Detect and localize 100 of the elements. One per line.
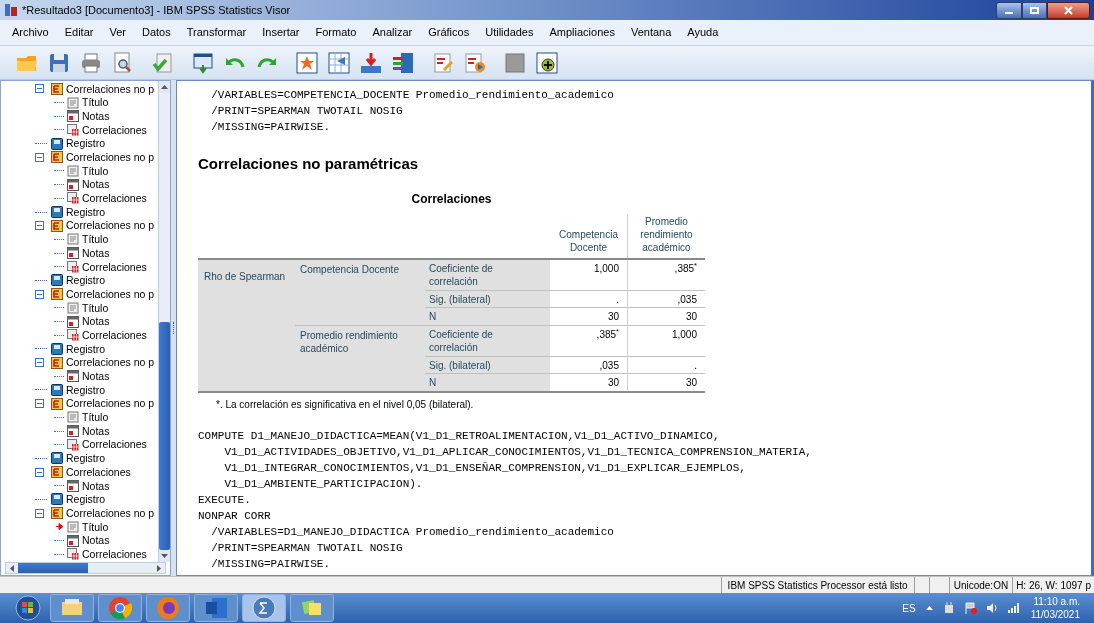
signal-icon[interactable] bbox=[1007, 603, 1021, 613]
value-cell: 30 bbox=[685, 376, 697, 389]
output-book-icon bbox=[51, 397, 63, 410]
menu-item[interactable]: Utilidades bbox=[477, 24, 542, 41]
tree-item[interactable]: Notas bbox=[67, 315, 110, 328]
table-footnote: *. La correlación es significativa en el nivel 0,05 (bilateral). bbox=[216, 397, 474, 412]
tree-item[interactable]: Correlaciones bbox=[51, 466, 131, 479]
menu-item[interactable]: Gráficos bbox=[420, 24, 478, 41]
tree-item[interactable]: Correlaciones bbox=[67, 192, 147, 205]
tree-item[interactable]: Registro bbox=[51, 493, 106, 506]
tree-item[interactable]: Título bbox=[67, 233, 109, 246]
menu-item[interactable]: Ampliaciones bbox=[541, 24, 623, 41]
tree-item[interactable]: Correlaciones no p bbox=[51, 507, 155, 520]
log-book-icon bbox=[51, 452, 63, 465]
tree-item[interactable]: Correlaciones bbox=[67, 548, 147, 561]
spss-taskbar-button[interactable] bbox=[242, 594, 286, 622]
tree-item[interactable]: Registro bbox=[51, 274, 106, 287]
notes-taskbar-button[interactable] bbox=[290, 594, 334, 622]
menu-item[interactable]: Ventana bbox=[622, 24, 680, 41]
log-book-icon bbox=[51, 137, 63, 150]
menu-item[interactable]: Ayuda bbox=[679, 24, 727, 41]
output-book-icon bbox=[51, 151, 63, 164]
tree-item[interactable]: Correlaciones bbox=[67, 438, 147, 451]
tree-item[interactable]: Notas bbox=[67, 110, 110, 123]
collapse-toggle[interactable] bbox=[35, 399, 44, 409]
value-cell: 30 bbox=[607, 376, 619, 389]
close-icon bbox=[1064, 5, 1073, 15]
value-cell: ,035 bbox=[677, 292, 697, 306]
star-table-button[interactable] bbox=[294, 49, 320, 76]
menu-item[interactable]: Insertar bbox=[254, 24, 308, 41]
document-icon bbox=[67, 411, 79, 424]
syntax-line: NONPAR CORR bbox=[198, 508, 271, 524]
firefox-taskbar-button[interactable] bbox=[146, 594, 190, 622]
syntax-line: /VARIABLES=D1_MANEJO_DIDACTICA Promedio_rendimiento_academico bbox=[210, 524, 614, 540]
menu-item[interactable]: Datos bbox=[133, 24, 179, 41]
value-cell: . bbox=[616, 292, 619, 306]
collapse-toggle[interactable] bbox=[35, 508, 44, 518]
output-book-icon bbox=[51, 507, 63, 520]
tree-item[interactable]: Título bbox=[67, 411, 109, 424]
tree-item[interactable]: Título bbox=[67, 96, 109, 109]
tree-item[interactable]: Correlaciones no p bbox=[51, 82, 155, 95]
plug-icon[interactable] bbox=[942, 602, 955, 614]
collapse-toggle[interactable] bbox=[35, 221, 44, 231]
tree-item[interactable]: Registro bbox=[51, 383, 106, 396]
tree-item[interactable]: Correlaciones bbox=[67, 329, 147, 342]
collapse-toggle[interactable] bbox=[35, 289, 44, 299]
menu-item[interactable]: Formato bbox=[307, 24, 365, 41]
output-book-icon bbox=[51, 466, 63, 479]
tree-item[interactable]: Correlaciones no p bbox=[51, 151, 155, 164]
horizontal-scrollbar[interactable] bbox=[5, 562, 166, 574]
tree-item[interactable]: Registro bbox=[51, 452, 106, 465]
close-button[interactable] bbox=[1047, 1, 1090, 19]
syntax-line: EXECUTE. bbox=[198, 492, 251, 508]
tree-item[interactable]: Título bbox=[67, 301, 109, 314]
tree-item[interactable]: Correlaciones bbox=[67, 260, 147, 273]
tree-item[interactable]: Registro bbox=[51, 137, 106, 150]
output-book-icon bbox=[51, 82, 63, 95]
tree-item[interactable]: Correlaciones no p bbox=[51, 397, 155, 410]
caret-up-icon[interactable] bbox=[925, 606, 933, 610]
tree-item[interactable]: Título bbox=[67, 520, 109, 533]
table-icon bbox=[67, 260, 79, 273]
menu-item[interactable]: Ver bbox=[101, 24, 134, 41]
tree-item[interactable]: Correlaciones bbox=[67, 123, 147, 136]
collapse-toggle[interactable] bbox=[35, 152, 44, 162]
tree-item[interactable]: Notas bbox=[67, 247, 110, 260]
tree-item[interactable]: Notas bbox=[67, 479, 110, 492]
collapse-toggle[interactable] bbox=[35, 84, 44, 94]
tree-item[interactable]: Registro bbox=[51, 206, 106, 219]
tree-item[interactable]: Correlaciones no p bbox=[51, 356, 155, 369]
tree-item[interactable]: Notas bbox=[67, 370, 110, 383]
chrome-taskbar-button[interactable] bbox=[98, 594, 142, 622]
value-cell: 1,000 bbox=[671, 327, 697, 341]
flag-error-icon[interactable] bbox=[964, 602, 977, 614]
tree-item[interactable]: Notas bbox=[67, 425, 110, 438]
maximize-button[interactable] bbox=[1022, 1, 1047, 19]
row-group-label: Rho de Spearman bbox=[204, 270, 286, 282]
collapse-toggle[interactable] bbox=[35, 467, 44, 477]
tree-item[interactable]: Notas bbox=[67, 534, 110, 547]
word-taskbar-button[interactable] bbox=[194, 594, 238, 622]
minimize-button[interactable] bbox=[996, 1, 1022, 19]
window-title: *Resultado3 [Documento3] - IBM SPSS Statistics Visor bbox=[22, 2, 291, 18]
tree-item[interactable]: Registro bbox=[51, 342, 106, 355]
speaker-icon[interactable] bbox=[986, 603, 998, 613]
star-table-icon bbox=[295, 50, 319, 75]
tree-item[interactable]: Correlaciones no p bbox=[51, 288, 155, 301]
table-arrow-button[interactable] bbox=[326, 49, 352, 76]
collapse-toggle[interactable] bbox=[35, 358, 44, 368]
vertical-scrollbar[interactable] bbox=[158, 81, 170, 562]
menu-item[interactable]: Analizar bbox=[364, 24, 421, 41]
menu-item[interactable]: Archivo bbox=[4, 24, 57, 41]
menu-item[interactable]: Editar bbox=[56, 24, 102, 41]
tree-item[interactable]: Título bbox=[67, 164, 109, 177]
tree-item[interactable]: Notas bbox=[67, 178, 110, 191]
document-icon bbox=[67, 164, 79, 177]
add-button[interactable] bbox=[534, 49, 560, 76]
tree-item[interactable]: Correlaciones no p bbox=[51, 219, 155, 232]
syntax-line: COMPUTE D1_MANEJO_DIDACTICA=MEAN(V1_D1_RETROALIMENTACION,V1_D1_ACTIVO_DINAMICO, bbox=[198, 428, 720, 444]
explorer-taskbar-button[interactable] bbox=[50, 594, 94, 622]
statistic-label: Sig. (bilateral) bbox=[429, 292, 492, 306]
menu-item[interactable]: Transformar bbox=[178, 24, 255, 41]
